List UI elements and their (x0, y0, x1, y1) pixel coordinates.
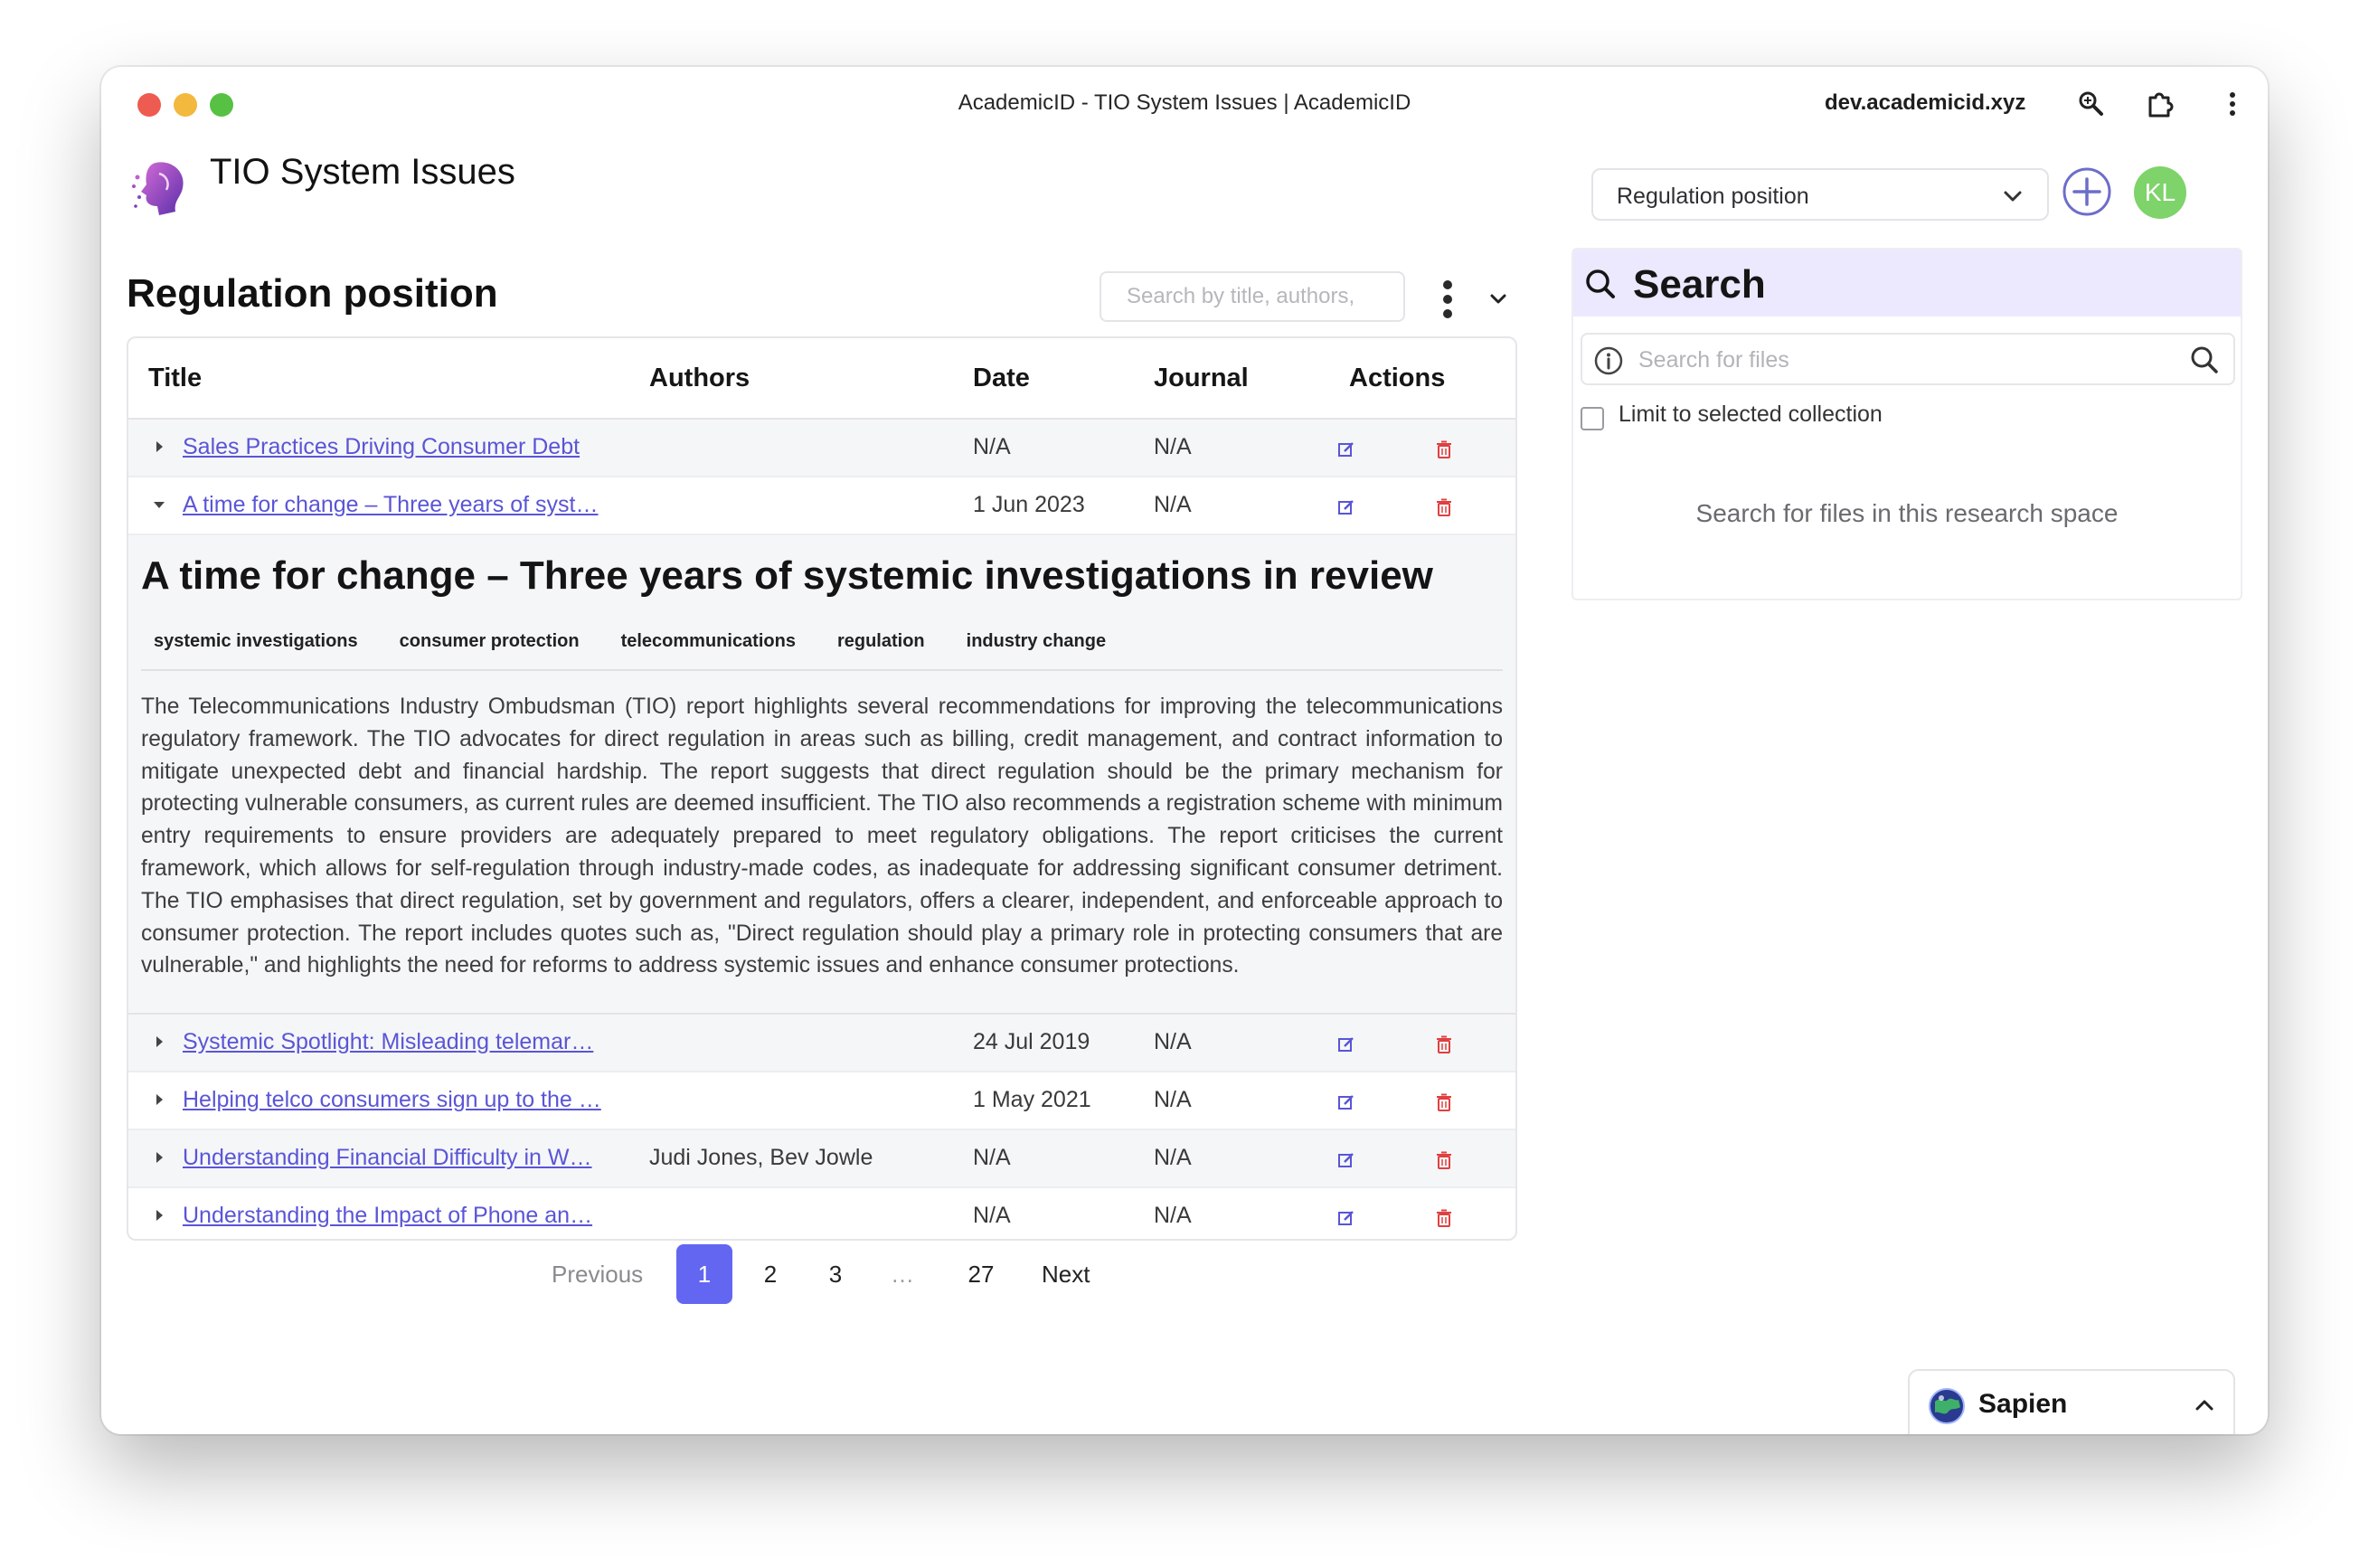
row-journal: N/A (1154, 1203, 1192, 1228)
column-date[interactable]: Date (973, 364, 1030, 393)
caret-right-icon[interactable] (152, 1150, 166, 1165)
collection-select-value: Regulation position (1617, 184, 1809, 209)
chevron-up-icon[interactable] (2192, 1394, 2217, 1416)
title-bar: AcademicID - TIO System Issues | Academi… (101, 67, 2268, 139)
sapien-widget[interactable]: Sapien (1908, 1369, 2235, 1434)
row-title-link[interactable]: Helping telco consumers sign up to the … (183, 1087, 617, 1113)
edit-icon[interactable] (1336, 497, 1356, 517)
row-journal: N/A (1154, 1145, 1192, 1170)
tag[interactable]: systemic investigations (141, 626, 371, 657)
detail-summary: The Telecommunications Industry Ombudsma… (141, 694, 1503, 978)
globe-icon (1929, 1388, 1965, 1424)
pagination-page[interactable]: 27 (958, 1244, 1004, 1304)
limit-collection-label[interactable]: Limit to selected collection (1619, 401, 1883, 428)
row-title-link[interactable]: A time for change – Three years of syst… (183, 492, 617, 518)
table-row[interactable]: Helping telco consumers sign up to the …… (128, 1072, 1515, 1130)
table-search-input[interactable] (1100, 271, 1405, 322)
add-icon[interactable] (2062, 166, 2112, 217)
edit-icon[interactable] (1336, 439, 1356, 459)
limit-collection-checkbox[interactable] (1581, 407, 1604, 430)
column-title[interactable]: Title (148, 364, 202, 393)
chevron-down-icon (2004, 191, 2022, 202)
pagination-ellipsis: … (891, 1261, 914, 1288)
avatar[interactable]: KL (2134, 166, 2186, 219)
pagination-page-current[interactable]: 1 (676, 1244, 732, 1304)
tag-list: systemic investigations consumer protect… (141, 626, 1118, 657)
file-search-input[interactable] (1638, 342, 2163, 378)
chevron-down-icon[interactable] (1485, 286, 1512, 313)
pagination-page[interactable]: 3 (817, 1244, 854, 1304)
search-icon[interactable] (2188, 344, 2221, 376)
search-icon (1586, 269, 1615, 298)
trash-icon[interactable] (1434, 1150, 1454, 1170)
search-panel-title: Search (1633, 262, 1766, 307)
trash-icon[interactable] (1434, 1092, 1454, 1112)
trash-icon[interactable] (1434, 1208, 1454, 1228)
domain-label: dev.academicid.xyz (1825, 90, 2026, 115)
app-title: TIO System Issues (210, 152, 515, 192)
info-icon[interactable] (1593, 345, 1624, 376)
table-row[interactable]: A time for change – Three years of syst…… (128, 477, 1515, 535)
table-row[interactable]: Understanding Financial Difficulty in W…… (128, 1130, 1515, 1188)
divider (141, 669, 1503, 671)
trash-icon[interactable] (1434, 497, 1454, 517)
row-date: N/A (973, 434, 1011, 459)
kebab-icon[interactable] (2217, 89, 2248, 119)
extension-icon[interactable] (2145, 89, 2176, 119)
caret-down-icon[interactable] (152, 497, 166, 512)
row-title-link[interactable]: Systemic Spotlight: Misleading telemar… (183, 1029, 617, 1055)
table-header: Title Authors Date Journal Actions (128, 338, 1515, 420)
edit-icon[interactable] (1336, 1092, 1356, 1112)
zoom-icon[interactable] (2076, 89, 2107, 119)
column-authors[interactable]: Authors (649, 364, 750, 393)
edit-icon[interactable] (1336, 1034, 1356, 1054)
search-panel: Search Limit to selected collection Sear… (1571, 248, 2242, 600)
table-row[interactable]: Sales Practices Driving Consumer Debt N/… (128, 420, 1515, 477)
caret-right-icon[interactable] (152, 1092, 166, 1107)
tag[interactable]: regulation (825, 626, 938, 657)
row-journal: N/A (1154, 492, 1192, 517)
section-title: Regulation position (127, 271, 498, 316)
table-row[interactable]: Understanding the Impact of Phone an… N/… (128, 1188, 1515, 1239)
table-row[interactable]: Systemic Spotlight: Misleading telemar… … (128, 1015, 1515, 1072)
column-journal[interactable]: Journal (1154, 364, 1249, 393)
browser-window: AcademicID - TIO System Issues | Academi… (101, 67, 2268, 1434)
document-detail-panel: A time for change – Three years of syste… (128, 535, 1515, 1015)
row-authors: Judi Jones, Bev Jowle (649, 1145, 873, 1170)
more-vertical-icon[interactable] (1434, 277, 1461, 322)
row-journal: N/A (1154, 1087, 1192, 1112)
row-date: N/A (973, 1203, 1011, 1228)
row-date: 1 Jun 2023 (973, 492, 1085, 517)
caret-right-icon[interactable] (152, 1208, 166, 1223)
search-empty-message: Search for files in this research space (1695, 499, 2119, 527)
sapien-label: Sapien (1978, 1389, 2068, 1419)
caret-right-icon[interactable] (152, 439, 166, 454)
collection-select[interactable]: Regulation position (1591, 168, 2049, 221)
file-search-box (1581, 333, 2235, 385)
pagination-page[interactable]: 2 (752, 1244, 788, 1304)
edit-icon[interactable] (1336, 1208, 1356, 1228)
tag[interactable]: telecommunications (609, 626, 808, 657)
tag[interactable]: industry change (954, 626, 1118, 657)
trash-icon[interactable] (1434, 1034, 1454, 1054)
column-actions: Actions (1349, 364, 1446, 392)
row-date: N/A (973, 1145, 1011, 1170)
row-journal: N/A (1154, 1029, 1192, 1054)
row-date: 1 May 2021 (973, 1087, 1091, 1112)
detail-title: A time for change – Three years of syste… (141, 553, 1433, 598)
logo-icon (132, 162, 184, 215)
row-journal: N/A (1154, 434, 1192, 459)
edit-icon[interactable] (1336, 1150, 1356, 1170)
pagination-previous[interactable]: Previous (552, 1244, 643, 1304)
caret-right-icon[interactable] (152, 1034, 166, 1049)
search-panel-header: Search (1573, 250, 2241, 316)
row-title-link[interactable]: Understanding Financial Difficulty in W… (183, 1145, 617, 1171)
documents-table: Title Authors Date Journal Actions Sales… (127, 336, 1517, 1241)
tag[interactable]: consumer protection (387, 626, 592, 657)
row-date: 24 Jul 2019 (973, 1029, 1090, 1054)
pagination-next[interactable]: Next (1042, 1244, 1090, 1304)
row-title-link[interactable]: Understanding the Impact of Phone an… (183, 1203, 617, 1229)
trash-icon[interactable] (1434, 439, 1454, 459)
row-title-link[interactable]: Sales Practices Driving Consumer Debt (183, 434, 617, 460)
